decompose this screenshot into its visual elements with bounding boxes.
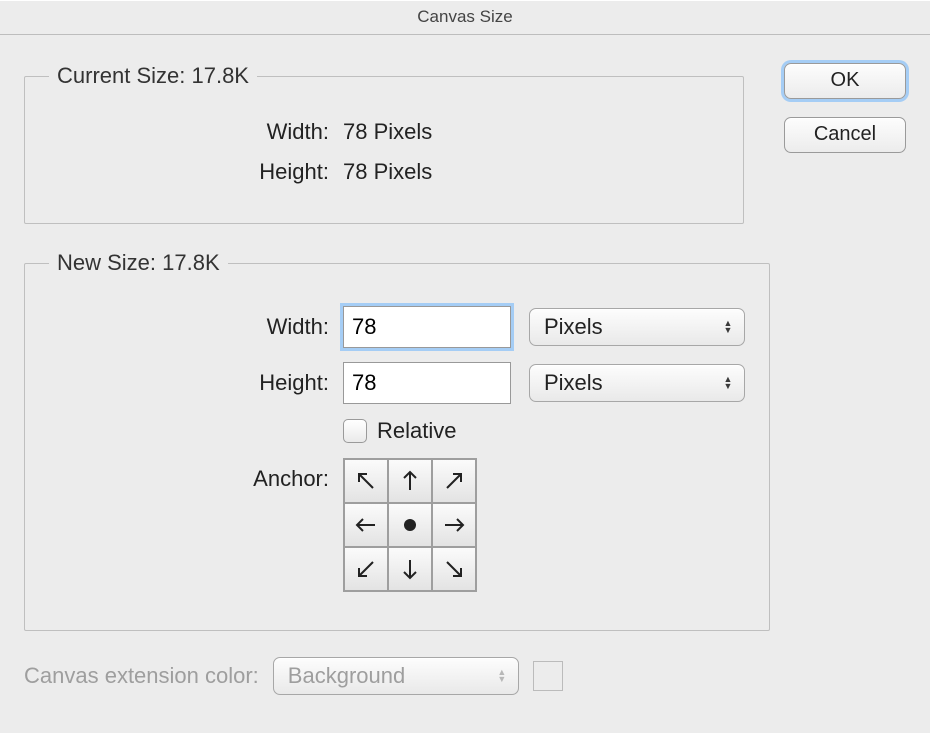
relative-checkbox[interactable] <box>343 419 367 443</box>
current-width-label: Width: <box>49 119 343 145</box>
anchor-s[interactable] <box>388 547 432 591</box>
height-unit-value: Pixels <box>544 370 603 396</box>
anchor-center[interactable] <box>388 503 432 547</box>
anchor-grid <box>343 458 477 592</box>
anchor-sw[interactable] <box>344 547 388 591</box>
height-unit-dropdown[interactable]: Pixels ▲▼ <box>529 364 745 402</box>
new-height-label: Height: <box>49 370 343 396</box>
current-width-value: 78 Pixels <box>343 119 432 145</box>
extension-color-dropdown: Background ▲▼ <box>273 657 519 695</box>
extension-color-swatch <box>533 661 563 691</box>
new-width-label: Width: <box>49 314 343 340</box>
updown-icon: ▲▼ <box>722 376 734 390</box>
anchor-ne[interactable] <box>432 459 476 503</box>
anchor-se[interactable] <box>432 547 476 591</box>
current-size-group: Current Size: 17.8K Width: 78 Pixels Hei… <box>24 63 744 224</box>
anchor-w[interactable] <box>344 503 388 547</box>
current-height-label: Height: <box>49 159 343 185</box>
height-input[interactable] <box>343 362 511 404</box>
current-size-legend: Current Size: 17.8K <box>49 63 257 89</box>
extension-color-label: Canvas extension color: <box>24 663 273 689</box>
anchor-label: Anchor: <box>49 458 343 492</box>
cancel-button[interactable]: Cancel <box>784 117 906 153</box>
anchor-nw[interactable] <box>344 459 388 503</box>
anchor-n[interactable] <box>388 459 432 503</box>
width-unit-dropdown[interactable]: Pixels ▲▼ <box>529 308 745 346</box>
anchor-e[interactable] <box>432 503 476 547</box>
updown-icon: ▲▼ <box>496 669 508 683</box>
new-size-legend: New Size: 17.8K <box>49 250 228 276</box>
width-input[interactable] <box>343 306 511 348</box>
width-unit-value: Pixels <box>544 314 603 340</box>
updown-icon: ▲▼ <box>722 320 734 334</box>
window-title: Canvas Size <box>0 0 930 35</box>
current-height-value: 78 Pixels <box>343 159 432 185</box>
relative-label: Relative <box>377 418 456 444</box>
ok-button[interactable]: OK <box>784 63 906 99</box>
dot-icon <box>404 519 416 531</box>
extension-color-value: Background <box>288 663 405 689</box>
new-size-group: New Size: 17.8K Width: Pixels ▲▼ Height:… <box>24 250 770 631</box>
